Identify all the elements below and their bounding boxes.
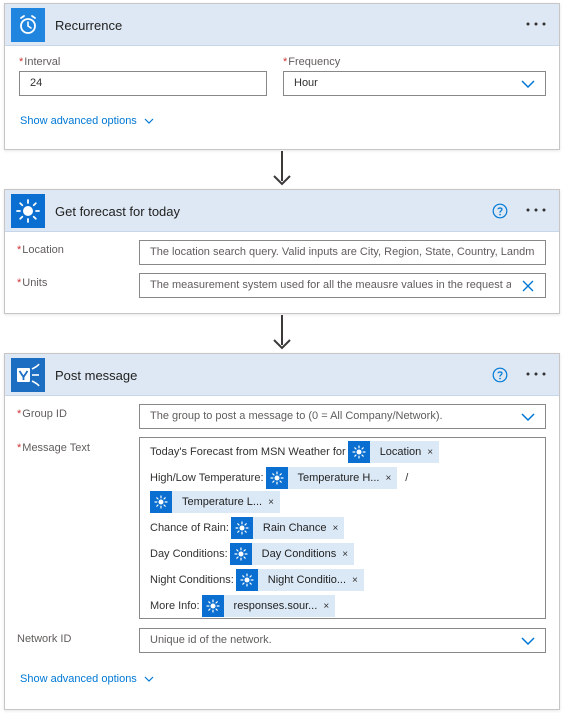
interval-label: *Interval	[19, 56, 61, 68]
recurrence-title: Recurrence	[55, 18, 123, 33]
post-message-more-button[interactable]	[521, 362, 551, 386]
recurrence-header[interactable]: Recurrence	[5, 4, 559, 46]
required-marker: *	[19, 56, 24, 68]
recurrence-more-button[interactable]	[521, 12, 551, 36]
remove-token-icon[interactable]: ×	[268, 497, 280, 508]
forecast-title: Get forecast for today	[55, 204, 181, 219]
group-id-label: *Group ID	[17, 408, 67, 420]
required-marker: *	[17, 244, 22, 256]
remove-token-icon[interactable]: ×	[352, 575, 364, 586]
network-id-label: Network ID	[17, 633, 72, 645]
more-dots-icon	[526, 372, 546, 376]
remove-token-icon[interactable]: ×	[342, 549, 354, 560]
remove-token-icon[interactable]: ×	[427, 447, 439, 458]
message-line: Temperature L... ×	[150, 491, 284, 513]
chevron-down-icon	[519, 632, 537, 650]
sun-icon	[347, 441, 370, 463]
message-text-label: *Message Text	[17, 442, 90, 454]
location-label: *Location	[17, 244, 64, 256]
yammer-icon	[11, 358, 45, 392]
sun-icon	[11, 194, 45, 228]
sun-icon	[229, 543, 252, 565]
forecast-more-button[interactable]	[521, 198, 551, 222]
sun-icon	[230, 517, 253, 539]
dynamic-token-day-conditions[interactable]: Day Conditions ×	[229, 543, 355, 565]
more-dots-icon	[526, 22, 546, 26]
chevron-down-icon	[144, 118, 154, 124]
dynamic-token-rain-chance[interactable]: Rain Chance ×	[230, 517, 345, 539]
required-marker: *	[17, 408, 22, 420]
units-label: *Units	[17, 277, 48, 289]
arrow-down-icon	[273, 175, 291, 186]
post-message-card: Post message *Group ID The group to post…	[4, 353, 560, 710]
post-message-header[interactable]: Post message	[5, 354, 559, 396]
frequency-label: *Frequency	[283, 56, 341, 68]
post-message-show-advanced-options[interactable]: Show advanced options	[20, 673, 154, 685]
dynamic-token-temperature-low[interactable]: Temperature L... ×	[150, 491, 280, 513]
forecast-card: Get forecast for today *Location The loc…	[4, 189, 560, 314]
required-marker: *	[283, 56, 288, 68]
chevron-down-icon	[144, 676, 154, 682]
required-marker: *	[17, 442, 22, 454]
dynamic-token-night-conditions[interactable]: Night Conditio... ×	[235, 569, 364, 591]
chevron-down-icon	[519, 75, 537, 93]
location-input[interactable]: The location search query. Valid inputs …	[139, 240, 546, 265]
forecast-header[interactable]: Get forecast for today	[5, 190, 559, 232]
message-line: Chance of Rain: Rain Chance ×	[150, 517, 348, 539]
message-line: High/Low Temperature: Temperature H... ×…	[150, 467, 410, 489]
recurrence-show-advanced-options[interactable]: Show advanced options	[20, 115, 154, 127]
sun-icon	[201, 595, 224, 617]
group-id-dropdown[interactable]: The group to post a message to (0 = All …	[139, 404, 546, 429]
message-line: More Info: responses.sour... ×	[150, 595, 339, 617]
required-marker: *	[17, 277, 22, 289]
units-input[interactable]: The measurement system used for all the …	[139, 273, 546, 298]
arrow-down-icon	[273, 339, 291, 350]
chevron-down-icon	[519, 408, 537, 426]
message-line: Today's Forecast from MSN Weather for Lo…	[150, 441, 443, 463]
more-dots-icon	[526, 208, 546, 212]
frequency-dropdown[interactable]: Hour	[283, 71, 546, 96]
dynamic-token-temperature-high[interactable]: Temperature H... ×	[265, 467, 398, 489]
message-line: Day Conditions: Day Conditions ×	[150, 543, 358, 565]
remove-token-icon[interactable]: ×	[385, 473, 397, 484]
remove-token-icon[interactable]: ×	[332, 523, 344, 534]
network-id-dropdown[interactable]: Unique id of the network.	[139, 628, 546, 653]
help-icon[interactable]	[492, 203, 508, 219]
sun-icon	[235, 569, 258, 591]
clear-icon[interactable]	[519, 277, 537, 295]
sun-icon	[265, 467, 288, 489]
recurrence-card: Recurrence *Interval 24 *Frequency Hour …	[4, 3, 560, 150]
dynamic-token-location[interactable]: Location ×	[347, 441, 440, 463]
message-text-editor[interactable]: Today's Forecast from MSN Weather for Lo…	[139, 437, 546, 619]
interval-input[interactable]: 24	[19, 71, 267, 96]
alarm-clock-icon	[11, 8, 45, 42]
dynamic-token-responses-source[interactable]: responses.sour... ×	[201, 595, 336, 617]
sun-icon	[150, 491, 172, 513]
help-icon[interactable]	[492, 367, 508, 383]
separator-text: /	[405, 472, 409, 484]
remove-token-icon[interactable]: ×	[323, 601, 335, 612]
message-line: Night Conditions: Night Conditio... ×	[150, 569, 368, 591]
post-message-title: Post message	[55, 368, 138, 383]
